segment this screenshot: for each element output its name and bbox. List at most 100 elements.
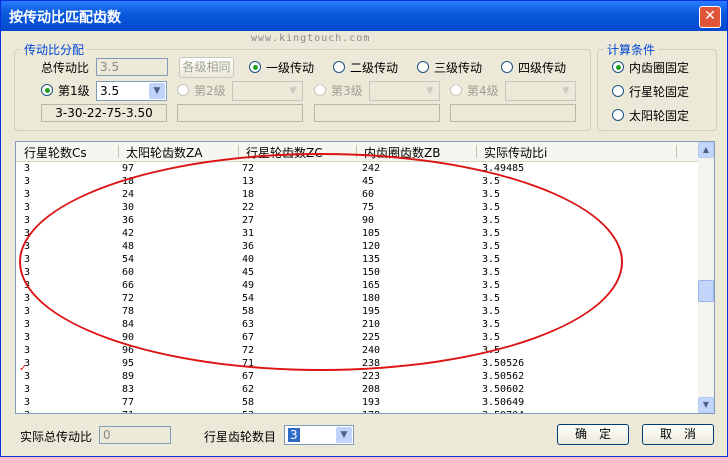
table-row[interactable]: 3 36 27 90 3.5 <box>16 214 698 227</box>
table-cell: 3 <box>24 189 31 200</box>
total-ratio-field[interactable]: 3.5 <box>96 58 168 76</box>
close-button[interactable]: ✕ <box>699 6 721 28</box>
table-row[interactable]: 3 89 67 223 3.50562 <box>16 370 698 383</box>
results-table[interactable]: 行星轮数Cs 太阳轮齿数ZA 行星轮齿数ZC 内齿圈齿数ZB 实际传动比i 3 9… <box>15 141 715 414</box>
table-cell: 223 <box>362 371 381 382</box>
chevron-down-icon[interactable]: ▼ <box>558 83 574 99</box>
table-row[interactable]: 3 24 18 60 3.5 <box>16 188 698 201</box>
table-cell: 242 <box>362 163 381 174</box>
table-cell: 3 <box>24 293 31 304</box>
radio-label: 太阳轮固定 <box>629 109 690 123</box>
planet-count-select[interactable]: 3 ▼ <box>284 425 354 445</box>
ratio-group-legend: 传动比分配 <box>24 43 85 57</box>
scroll-up-icon[interactable]: ▲ <box>698 142 714 158</box>
table-cell: 95 <box>122 358 135 369</box>
table-cell: 3 <box>24 345 31 356</box>
radio-stage-4[interactable]: 第4级 <box>450 83 499 99</box>
column-divider[interactable] <box>676 145 677 158</box>
radio-ring-fixed[interactable]: 内齿圈固定 <box>612 60 689 76</box>
table-cell: 75 <box>362 202 375 213</box>
column-divider[interactable] <box>476 145 477 158</box>
table-cell: 24 <box>122 189 135 200</box>
stage-1-ratio-select[interactable]: 3.5 ▼ <box>96 81 167 101</box>
table-row[interactable]: 3 30 22 75 3.5 <box>16 201 698 214</box>
stage-4-ratio-select[interactable]: ▼ <box>505 81 576 101</box>
chevron-down-icon[interactable]: ▼ <box>336 427 352 443</box>
column-divider[interactable] <box>118 145 119 158</box>
annotation-tick-icon: ✓ <box>19 363 28 374</box>
planet-count-label: 行星齿轮数目 <box>204 430 277 444</box>
table-cell: 3 <box>24 254 31 265</box>
same-levels-button[interactable]: 各级相同 <box>179 57 234 78</box>
table-cell: 3.5 <box>482 319 501 330</box>
radio-dot <box>417 61 429 73</box>
table-cell: 105 <box>362 228 381 239</box>
radio-label: 第4级 <box>467 84 499 98</box>
scroll-thumb[interactable] <box>698 280 714 302</box>
table-row[interactable]: 3 96 72 240 3.5 <box>16 344 698 357</box>
table-cell: 135 <box>362 254 381 265</box>
table-row[interactable]: 3 54 40 135 3.5 <box>16 253 698 266</box>
chevron-down-icon[interactable]: ▼ <box>149 83 165 99</box>
cancel-button[interactable]: 取 消 <box>642 424 714 445</box>
table-cell: 3.50562 <box>482 371 525 382</box>
vertical-scrollbar[interactable]: ▲ ▼ <box>698 142 714 413</box>
table-cell: 3.5 <box>482 254 501 265</box>
radio-label: 三级传动 <box>434 61 483 75</box>
table-row[interactable]: 3 66 49 165 3.5 <box>16 279 698 292</box>
table-row[interactable]: 3 77 58 193 3.50649 <box>16 396 698 409</box>
column-divider[interactable] <box>356 145 357 158</box>
table-cell: 90 <box>122 332 135 343</box>
table-row[interactable]: 3 95 71 238 3.50526 <box>16 357 698 370</box>
table-cell: 3 <box>24 215 31 226</box>
table-row[interactable]: 3 83 62 208 3.50602 <box>16 383 698 396</box>
table-header: 行星轮数Cs 太阳轮齿数ZA 行星轮齿数ZC 内齿圈齿数ZB 实际传动比i <box>16 142 698 162</box>
table-row[interactable]: 3 72 54 180 3.5 <box>16 292 698 305</box>
column-header[interactable]: 内齿圈齿数ZB <box>364 144 440 161</box>
table-row[interactable]: 3 48 36 120 3.5 <box>16 240 698 253</box>
scroll-down-icon[interactable]: ▼ <box>698 397 714 413</box>
actual-total-field[interactable]: 0 <box>99 426 171 444</box>
radio-level-1[interactable]: 一级传动 <box>249 60 314 76</box>
title-bar[interactable]: 按传动比匹配齿数 ✕ <box>1 1 727 31</box>
column-divider[interactable] <box>238 145 239 158</box>
radio-dot <box>249 61 261 73</box>
radio-label: 内齿圈固定 <box>629 61 690 75</box>
table-row[interactable]: 3 71 53 178 3.50704 <box>16 409 698 413</box>
radio-sun-fixed[interactable]: 太阳轮固定 <box>612 108 689 124</box>
ok-button[interactable]: 确 定 <box>557 424 629 445</box>
table-row[interactable]: 3 97 72 242 3.49485 <box>16 162 698 175</box>
chevron-down-icon[interactable]: ▼ <box>422 83 438 99</box>
table-row[interactable]: 3 90 67 225 3.5 <box>16 331 698 344</box>
table-cell: 18 <box>242 189 255 200</box>
window-title: 按传动比匹配齿数 <box>9 10 121 26</box>
table-row[interactable]: 3 42 31 105 3.5 <box>16 227 698 240</box>
table-cell: 31 <box>242 228 255 239</box>
radio-dot <box>333 61 345 73</box>
radio-stage-3[interactable]: 第3级 <box>314 83 363 99</box>
stage-2-ratio-select[interactable]: ▼ <box>232 81 303 101</box>
table-cell: 240 <box>362 345 381 356</box>
table-cell: 22 <box>242 202 255 213</box>
column-header[interactable]: 行星轮齿数ZC <box>246 144 323 161</box>
radio-level-2[interactable]: 二级传动 <box>333 60 398 76</box>
table-row[interactable]: 3 18 13 45 3.5 <box>16 175 698 188</box>
stage-3-ratio-select[interactable]: ▼ <box>369 81 440 101</box>
column-header[interactable]: 太阳轮齿数ZA <box>126 144 202 161</box>
radio-level-3[interactable]: 三级传动 <box>417 60 482 76</box>
table-cell: 3.5 <box>482 228 501 239</box>
radio-planet-fixed[interactable]: 行星轮固定 <box>612 84 689 100</box>
table-cell: 3.5 <box>482 280 501 291</box>
radio-label: 二级传动 <box>350 61 399 75</box>
column-header[interactable]: 实际传动比i <box>484 144 547 161</box>
table-cell: 195 <box>362 306 381 317</box>
table-row[interactable]: 3 78 58 195 3.5 <box>16 305 698 318</box>
radio-stage-1[interactable]: 第1级 <box>41 83 90 99</box>
table-row[interactable]: 3 84 63 210 3.5 <box>16 318 698 331</box>
column-header[interactable]: 行星轮数Cs <box>24 144 87 161</box>
table-row[interactable]: 3 60 45 150 3.5 <box>16 266 698 279</box>
radio-level-4[interactable]: 四级传动 <box>501 60 566 76</box>
radio-stage-2[interactable]: 第2级 <box>177 83 226 99</box>
table-cell: 3.5 <box>482 345 501 356</box>
chevron-down-icon[interactable]: ▼ <box>285 83 301 99</box>
